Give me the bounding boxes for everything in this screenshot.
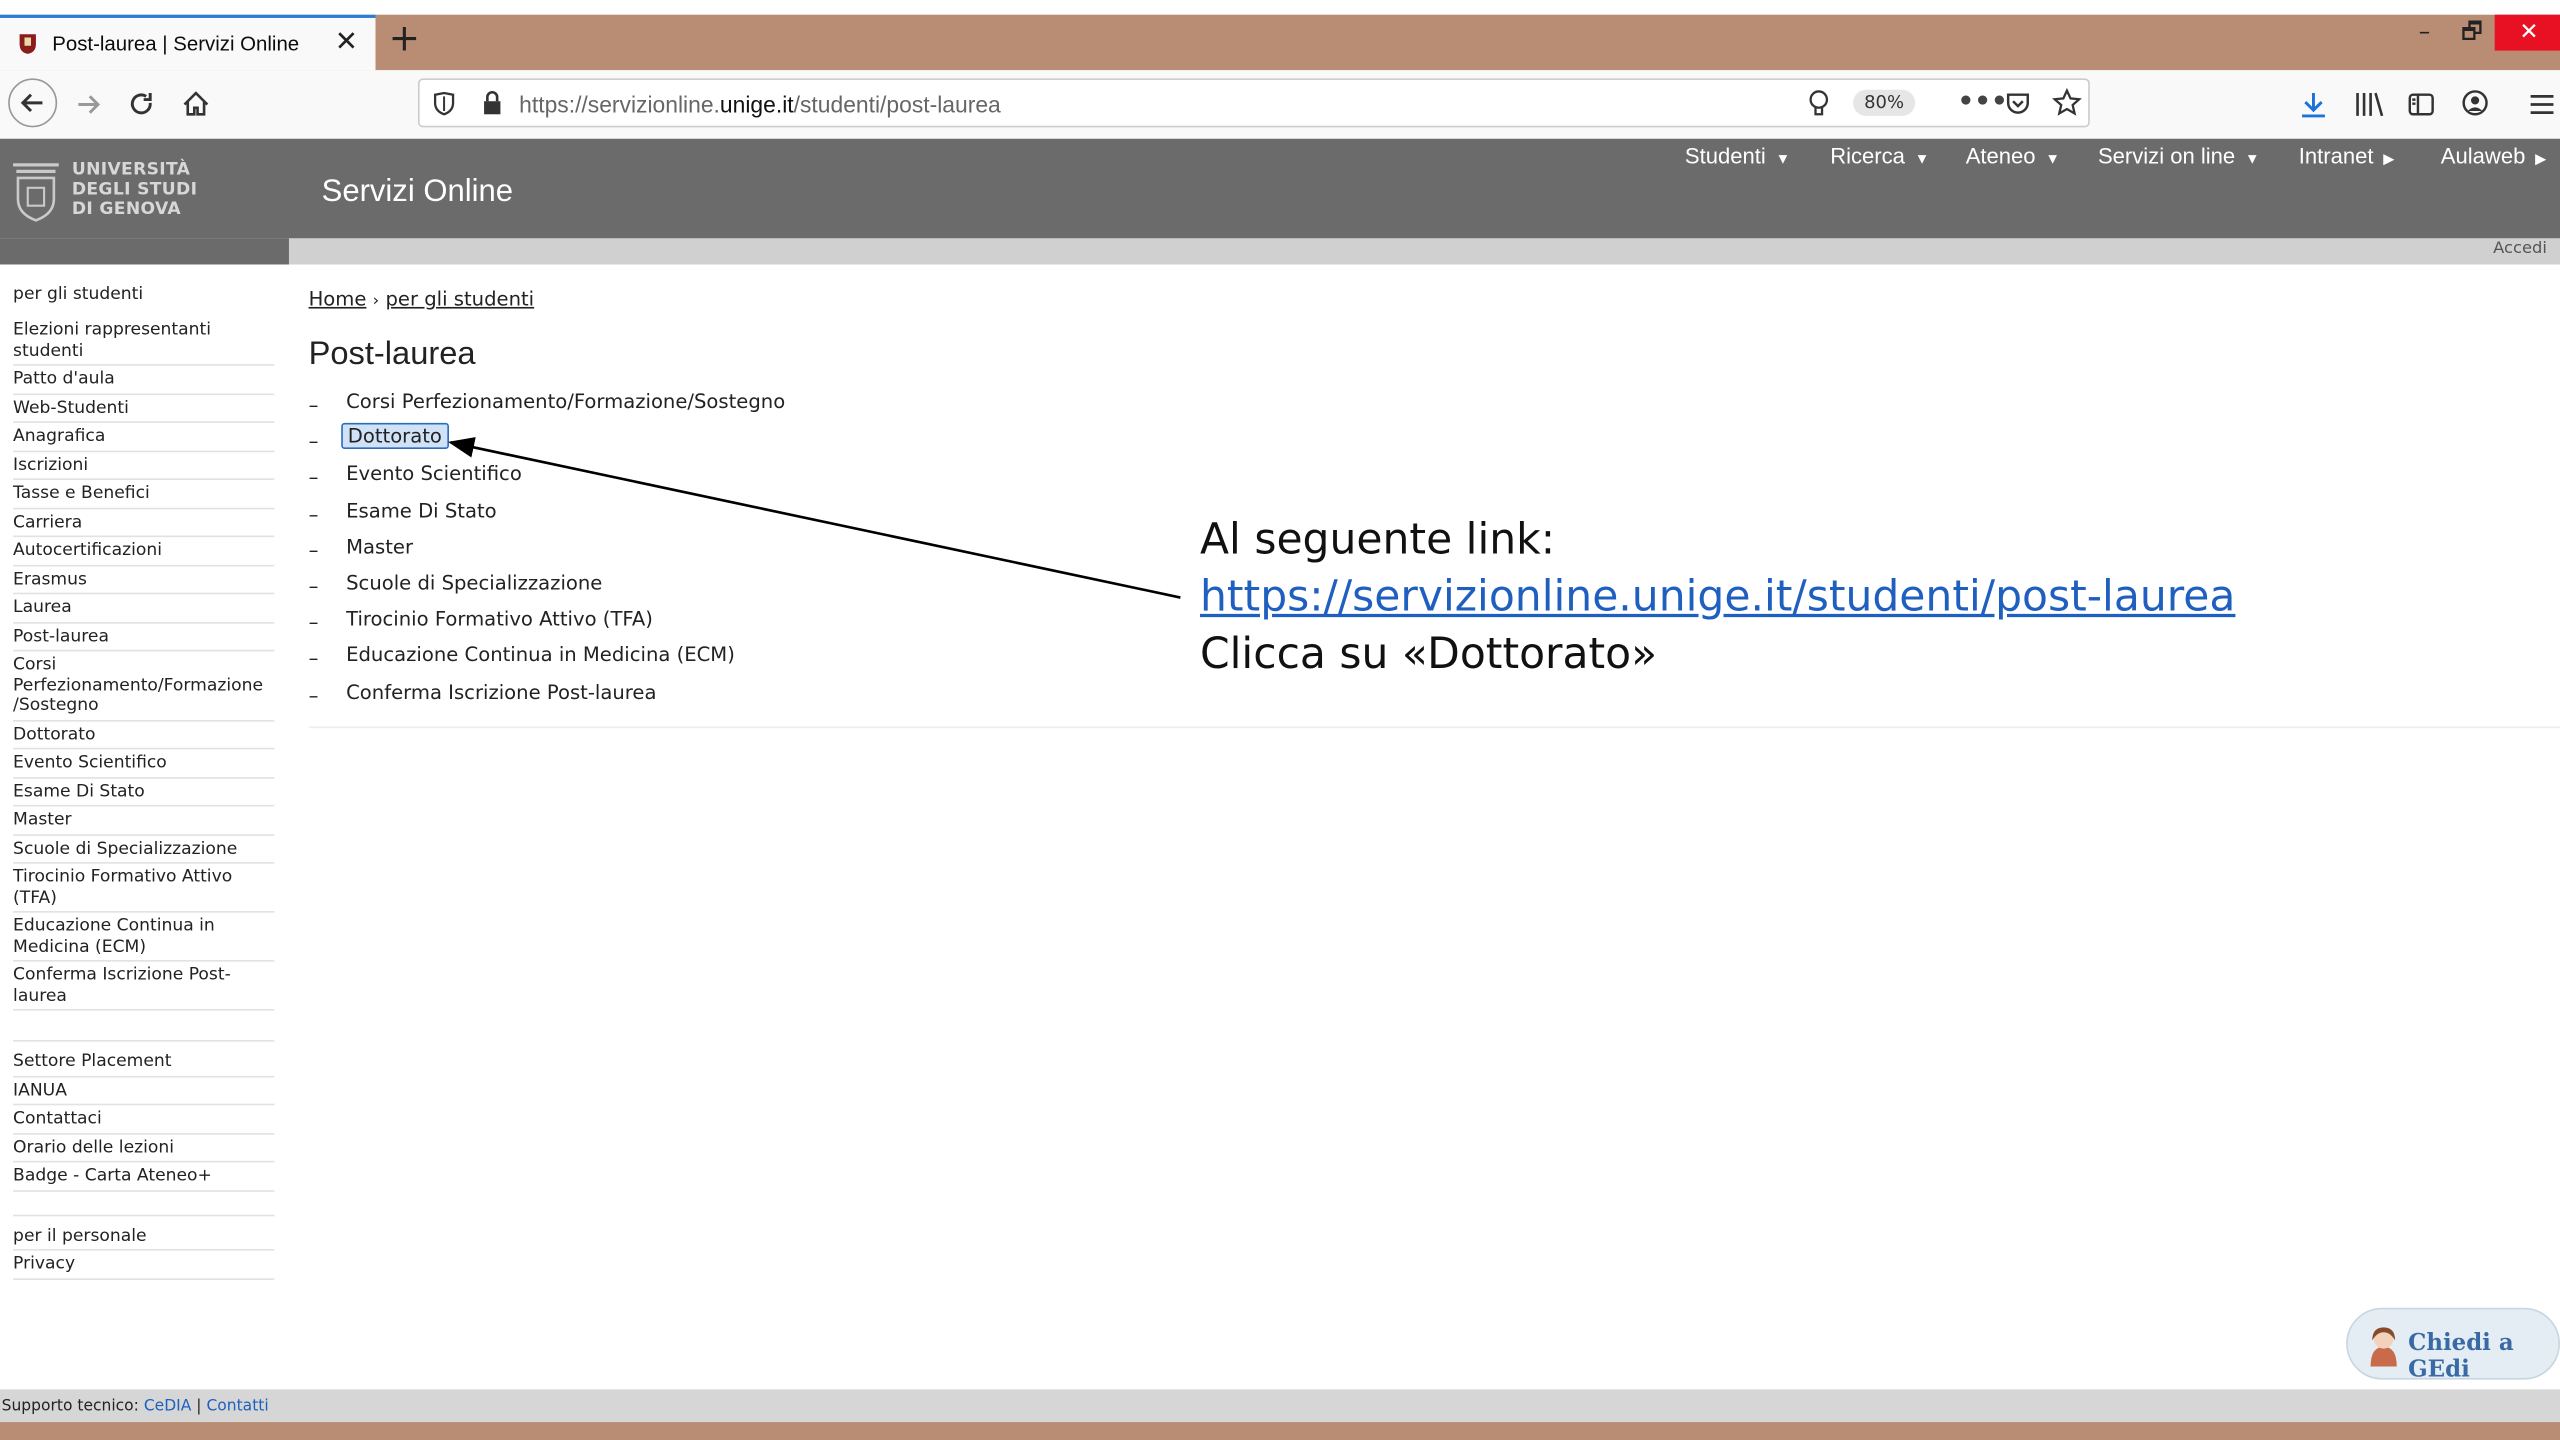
annotation-line1: Al seguente link: bbox=[1199, 515, 1556, 565]
footer-prefix: Supporto tecnico: bbox=[1, 1397, 144, 1416]
annotation-line3: Clicca su «Dottorato» bbox=[1199, 630, 1658, 680]
screen: Post-laurea | Servizi Online ✕ + – 🗗 ✕ h… bbox=[0, 0, 2560, 1440]
chat-label: Chiedi a GEdi bbox=[2408, 1330, 2514, 1383]
chat-gedi-button[interactable]: Chiedi a GEdi bbox=[2346, 1307, 2560, 1383]
annotation-callout: Al seguente link: https://servizionline.… bbox=[1200, 513, 2235, 684]
footer: Supporto tecnico: CeDIA | Contatti bbox=[0, 1389, 2560, 1423]
footer-link-cedia[interactable]: CeDIA bbox=[144, 1398, 191, 1416]
annotation-link[interactable]: https://servizionline.unige.it/studenti/… bbox=[1200, 570, 2235, 627]
footer-separator: | bbox=[191, 1397, 207, 1416]
footer-link-contatti[interactable]: Contatti bbox=[206, 1398, 268, 1416]
assistant-avatar-icon bbox=[2370, 1327, 2397, 1367]
annotation-arrow bbox=[448, 437, 1181, 599]
taskbar-strip bbox=[0, 1422, 2560, 1440]
